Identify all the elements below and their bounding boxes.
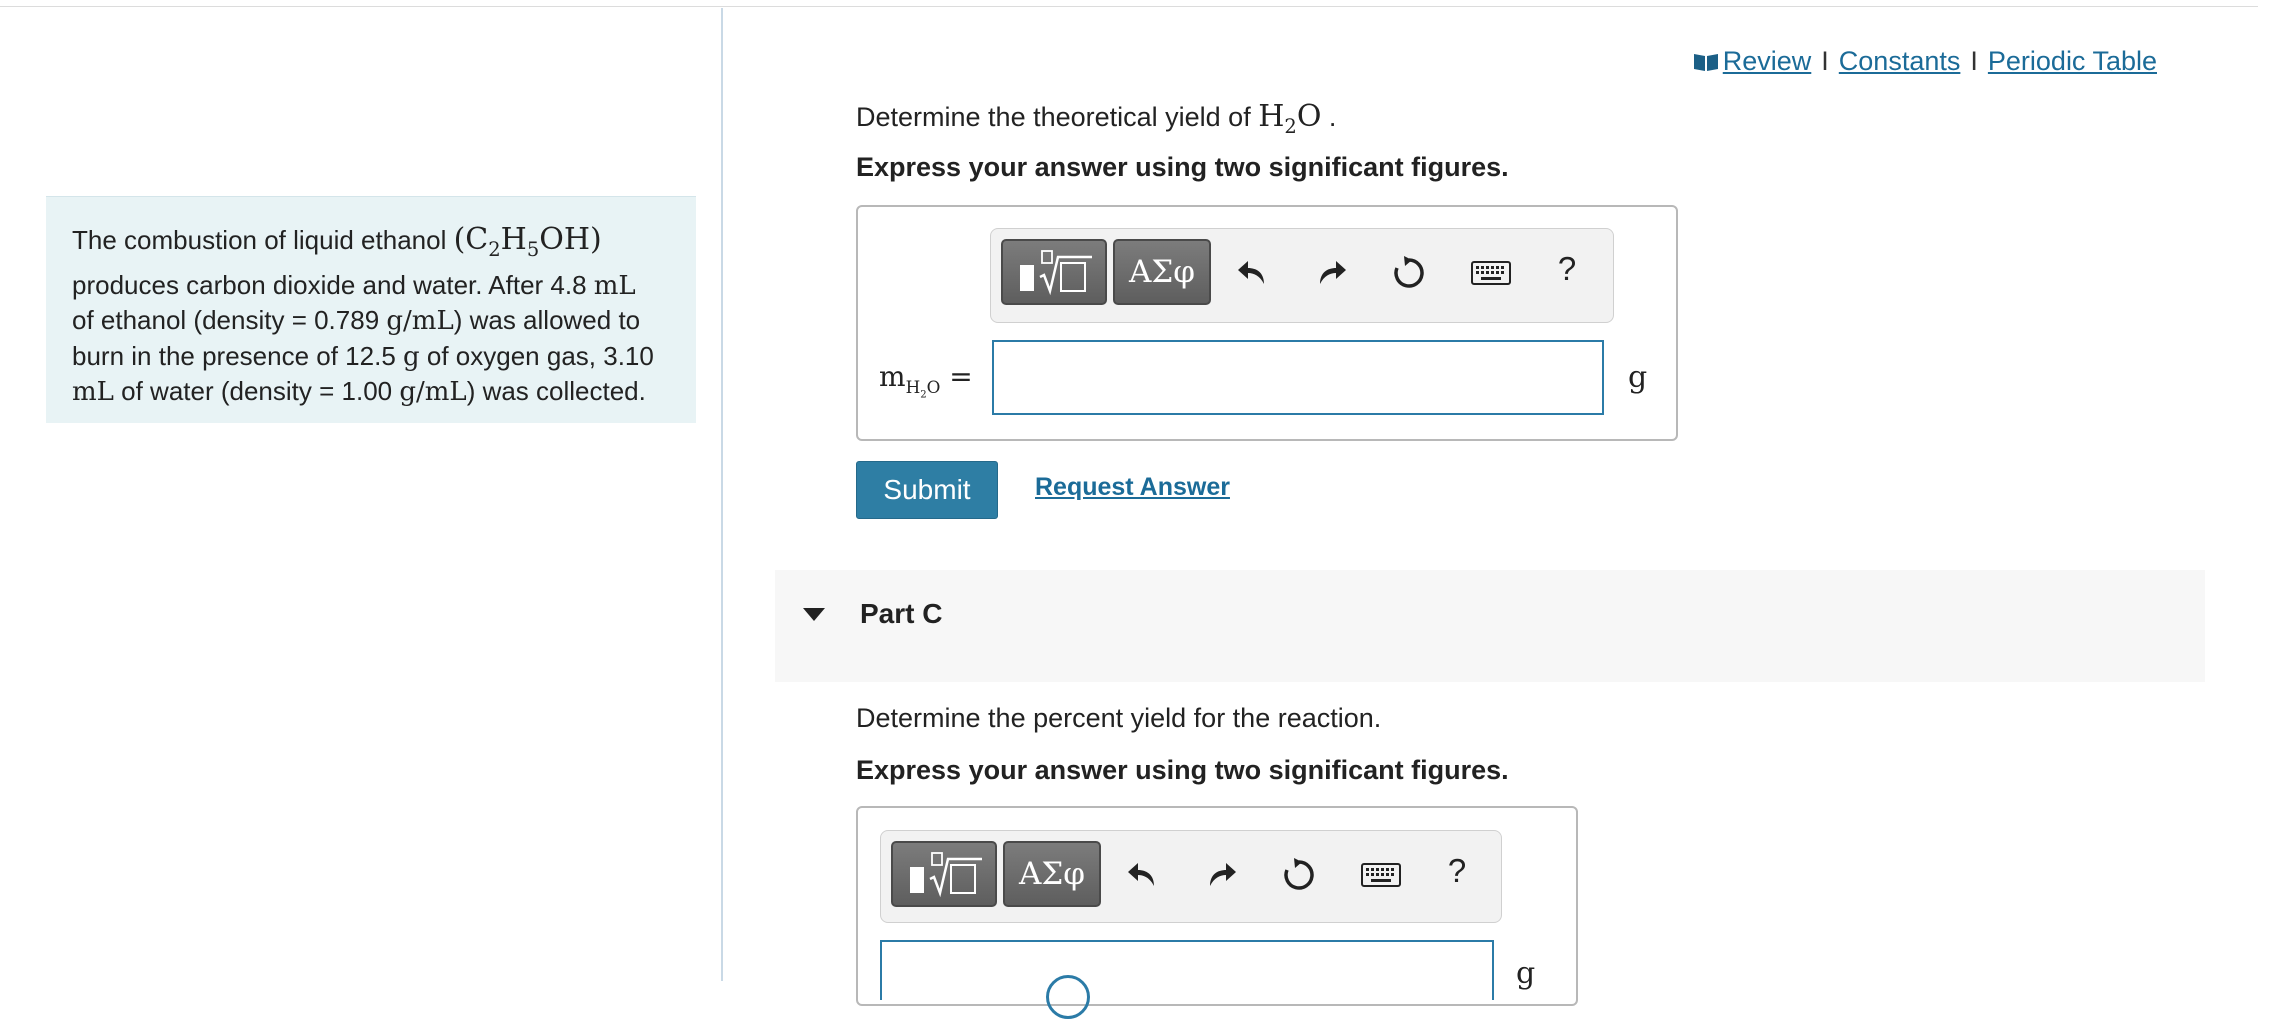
column-divider <box>721 8 723 981</box>
unit-text: g/mL <box>399 377 467 407</box>
top-divider <box>0 6 2258 7</box>
context-line-3: of ethanol (density = 0.789 g/mL) was al… <box>72 303 670 339</box>
part-c-header[interactable]: Part C <box>775 570 2205 682</box>
keyboard-icon[interactable] <box>1469 251 1513 295</box>
context-line-2: produces carbon dioxide and water. After… <box>72 268 670 304</box>
templates-button[interactable] <box>891 841 997 907</box>
unit-text: mL <box>593 270 636 301</box>
templates-icon <box>910 852 982 898</box>
request-answer-link[interactable]: Request Answer <box>1035 473 1230 502</box>
context-text: of ethanol (density = 0.789 <box>72 305 387 335</box>
book-icon <box>1693 54 1718 71</box>
resource-links: Review I Constants I Periodic Table <box>1693 46 2157 77</box>
greek-symbols-button[interactable]: ΑΣφ <box>1003 841 1101 907</box>
math-toolbar-part-c: ΑΣφ ? <box>880 830 1502 923</box>
label-subscript: H2O <box>905 376 941 400</box>
sub-part: H <box>905 376 921 397</box>
water-formula: H2O <box>1258 99 1322 138</box>
answer-unit: g <box>1628 360 1648 395</box>
constants-link[interactable]: Constants <box>1839 46 1961 76</box>
help-button[interactable]: ? <box>1435 849 1479 893</box>
unit-text: g <box>403 341 420 372</box>
context-text: of water (density = 1.00 <box>113 376 400 406</box>
context-line-5: mL of water (density = 1.00 g/mL) was co… <box>72 374 670 410</box>
formula-part: (C <box>453 222 489 257</box>
context-line-1: The combustion of liquid ethanol (C2H5OH… <box>72 222 670 268</box>
templates-icon <box>1020 250 1092 296</box>
label-mass: m <box>879 360 906 393</box>
ethanol-formula: (C2H5OH) <box>453 222 602 261</box>
label-equals: = <box>940 360 973 393</box>
part-c-title: Part C <box>860 598 943 629</box>
answer-input[interactable] <box>992 340 1604 415</box>
context-text: The combustion of liquid ethanol <box>72 225 454 255</box>
sub-part: O <box>926 376 941 397</box>
part-c-question: Determine the percent yield for the reac… <box>856 703 1382 733</box>
formula-part: O <box>1296 99 1322 134</box>
redo-icon[interactable] <box>1199 853 1243 897</box>
instruction-text: Express your answer using two significan… <box>856 152 1509 182</box>
problem-context: The combustion of liquid ethanol (C2H5OH… <box>46 196 696 423</box>
question-suffix: . <box>1321 102 1337 132</box>
math-toolbar: ΑΣφ ? <box>990 228 1614 323</box>
question-prefix: Determine the theoretical yield of <box>856 102 1259 132</box>
unit-text: mL <box>72 377 114 407</box>
undo-icon[interactable] <box>1231 251 1275 295</box>
formula-part: H <box>1258 99 1285 134</box>
context-text: of oxygen gas, 3.10 <box>419 340 654 371</box>
help-button[interactable]: ? <box>1545 247 1589 291</box>
keyboard-icon[interactable] <box>1359 853 1403 897</box>
formula-sub: 5 <box>526 238 540 261</box>
status-circle-icon <box>1046 975 1090 1019</box>
formula-part: OH) <box>539 222 602 257</box>
templates-button[interactable] <box>1001 239 1107 305</box>
link-separator: I <box>1821 46 1829 76</box>
review-link[interactable]: Review <box>1723 46 1812 76</box>
context-text: burn in the presence of 12.5 <box>72 340 404 371</box>
context-text: ) was collected. <box>466 376 646 406</box>
formula-sub: 2 <box>1284 115 1297 138</box>
formula-sub: 2 <box>488 238 501 261</box>
undo-icon[interactable] <box>1121 853 1165 897</box>
submit-button[interactable]: Submit <box>856 461 998 519</box>
answer-input-part-c[interactable] <box>880 940 1494 1000</box>
reset-icon[interactable] <box>1277 853 1321 897</box>
formula-part: H <box>500 222 527 257</box>
reset-icon[interactable] <box>1387 251 1431 295</box>
context-text: produces carbon dioxide and water. After… <box>72 269 594 300</box>
collapse-triangle-icon[interactable] <box>803 608 825 621</box>
question-text: Determine the theoretical yield of H2O . <box>856 99 1336 138</box>
unit-text: g/mL <box>386 306 454 336</box>
context-text: ) was allowed to <box>453 305 641 335</box>
part-c-instruction: Express your answer using two significan… <box>856 755 1509 785</box>
answer-label: mH2O = <box>879 360 973 400</box>
redo-icon[interactable] <box>1309 251 1353 295</box>
link-separator: I <box>1970 46 1978 76</box>
periodic-table-link[interactable]: Periodic Table <box>1988 46 2157 76</box>
context-line-4: burn in the presence of 12.5 g of oxygen… <box>72 339 670 375</box>
greek-symbols-button[interactable]: ΑΣφ <box>1113 239 1211 305</box>
answer-unit-part-c: g <box>1516 956 1536 991</box>
